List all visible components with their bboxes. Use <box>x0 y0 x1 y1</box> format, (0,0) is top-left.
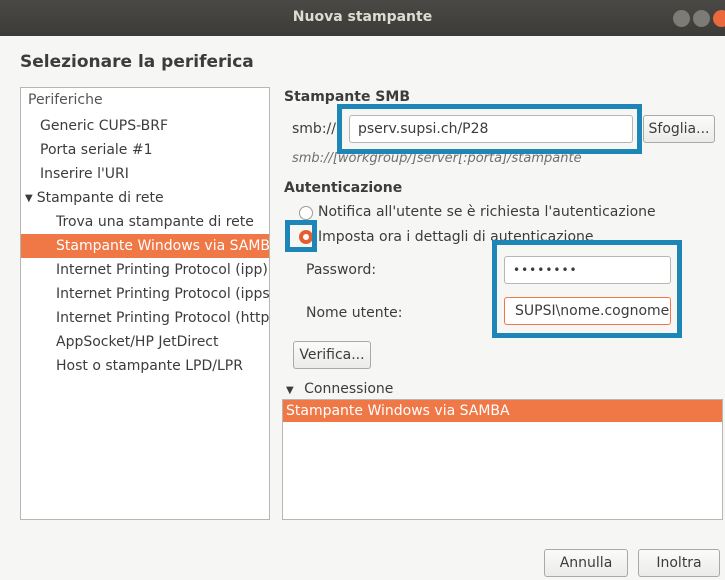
device-item-generic-cups-brf[interactable]: Generic CUPS-BRF <box>21 114 269 138</box>
device-item-windows-samba[interactable]: Stampante Windows via SAMBA <box>21 234 269 258</box>
radio-notify-user-label: Notifica all'utente se è richiesta l'aut… <box>318 204 656 220</box>
device-item-ipp[interactable]: Internet Printing Protocol (ipp) <box>21 258 269 282</box>
smb-section-title: Stampante SMB <box>284 89 410 105</box>
username-label: Nome utente: <box>306 305 403 321</box>
close-icon[interactable] <box>713 10 725 27</box>
auth-section-title: Autenticazione <box>284 180 403 196</box>
connection-expander[interactable]: ▼ Connessione <box>286 381 393 397</box>
device-item-lpd[interactable]: Host o stampante LPD/LPR <box>21 354 269 378</box>
maximize-icon[interactable] <box>693 10 710 27</box>
window-titlebar: Nuova stampante <box>0 0 725 36</box>
connection-item-samba[interactable]: Stampante Windows via SAMBA <box>283 400 722 422</box>
smb-prefix-label: smb:// <box>292 121 336 137</box>
expander-down-icon: ▼ <box>286 385 294 396</box>
connection-section-title: Connessione <box>304 381 394 397</box>
device-item-serial-port[interactable]: Porta seriale #1 <box>21 138 269 162</box>
device-item-appsocket[interactable]: AppSocket/HP JetDirect <box>21 330 269 354</box>
window-title: Nuova stampante <box>292 9 433 25</box>
device-item-ipps[interactable]: Internet Printing Protocol (ipps) <box>21 282 269 306</box>
minimize-icon[interactable] <box>673 10 690 27</box>
device-item-find-network-printer[interactable]: Trova una stampante di rete <box>21 210 269 234</box>
connection-list[interactable]: Stampante Windows via SAMBA <box>282 399 723 520</box>
highlight-box-radio <box>285 220 317 252</box>
expander-down-icon[interactable]: ▼ <box>25 187 33 211</box>
page-title: Selezionare la periferica <box>20 52 254 72</box>
device-item-https[interactable]: Internet Printing Protocol (https) <box>21 306 269 330</box>
cancel-button[interactable]: Annulla <box>544 549 628 577</box>
radio-notify-user[interactable] <box>299 206 313 220</box>
device-item-enter-uri[interactable]: Inserire l'URI <box>21 162 269 186</box>
device-item-network-printer[interactable]: ▼ Stampante di rete <box>21 186 269 210</box>
highlight-box-uri <box>337 104 642 154</box>
forward-button[interactable]: Inoltra <box>638 549 720 577</box>
device-list-header: Periferiche <box>28 92 103 108</box>
verify-button[interactable]: Verifica... <box>293 341 371 369</box>
highlight-box-credentials <box>492 240 682 338</box>
device-list[interactable]: Periferiche Generic CUPS-BRF Porta seria… <box>20 87 270 520</box>
browse-button[interactable]: Sfoglia... <box>643 115 715 143</box>
password-label: Password: <box>306 262 377 278</box>
